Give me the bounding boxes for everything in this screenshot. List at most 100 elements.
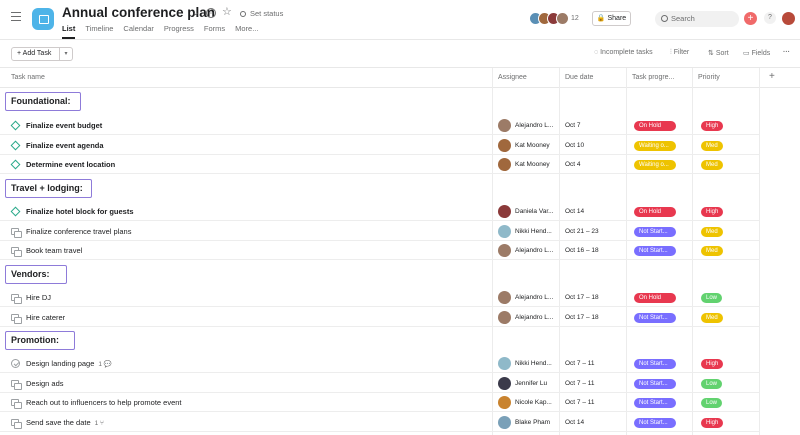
- due-date[interactable]: Oct 7 – 11: [565, 399, 595, 406]
- due-date[interactable]: Oct 16 – 18: [565, 247, 599, 254]
- task-name[interactable]: Design ads: [26, 379, 64, 388]
- table-row[interactable]: Finalize event budget Alejandro L... Oct 7…: [0, 116, 760, 135]
- priority-badge[interactable]: High: [701, 207, 724, 217]
- subtask-icon[interactable]: [11, 293, 22, 304]
- incomplete-tasks-filter[interactable]: ◌ Incomplete tasks: [594, 49, 653, 56]
- task-name[interactable]: Design landing page 1 💬: [26, 359, 112, 368]
- tab-forms[interactable]: Forms: [204, 24, 225, 39]
- table-row[interactable]: Book team travel Alejandro L... Oct 16 – 1…: [0, 241, 760, 260]
- assignee-name[interactable]: Jennifer Lu: [515, 380, 547, 387]
- section-header[interactable]: Foundational:: [5, 92, 81, 111]
- status-badge[interactable]: Not Start...: [634, 246, 676, 256]
- due-date[interactable]: Oct 17 – 18: [565, 314, 599, 321]
- status-badge[interactable]: Not Start...: [634, 398, 676, 408]
- task-name[interactable]: Determine event location: [26, 160, 115, 169]
- assignee-name[interactable]: Alejandro L...: [515, 247, 553, 254]
- table-row[interactable]: Design ads Jennifer Lu Oct 7 – 11 Not Start…: [0, 374, 760, 393]
- tab-calendar[interactable]: Calendar: [123, 24, 153, 39]
- share-button[interactable]: 🔒 Share: [592, 11, 631, 26]
- due-date[interactable]: Oct 7 – 11: [565, 380, 595, 387]
- task-name[interactable]: Book team travel: [26, 246, 82, 255]
- table-row[interactable]: Design landing page 1 💬 Nikki Hend... Oct 7…: [0, 354, 760, 373]
- milestone-icon[interactable]: [10, 120, 21, 131]
- table-row[interactable]: Send save the date 1 ⑂ Blake Pham Oct 14 Not…: [0, 413, 760, 432]
- priority-badge[interactable]: Low: [701, 293, 723, 303]
- due-date[interactable]: Oct 21 – 23: [565, 228, 599, 235]
- column-assignee[interactable]: Assignee: [498, 74, 527, 81]
- section-header[interactable]: Promotion:: [5, 331, 75, 350]
- due-date[interactable]: Oct 14: [565, 208, 584, 215]
- priority-badge[interactable]: Med: [701, 226, 723, 237]
- subtask-icon[interactable]: [11, 418, 22, 429]
- quick-add-button[interactable]: +: [744, 12, 757, 25]
- set-status-button[interactable]: Set status: [240, 9, 283, 18]
- check-circle-icon[interactable]: [11, 359, 20, 368]
- assignee-name[interactable]: Kat Mooney: [515, 142, 550, 149]
- priority-badge[interactable]: High: [701, 417, 724, 428]
- priority-badge[interactable]: High: [701, 359, 724, 369]
- assignee-name[interactable]: Alejandro L...: [515, 314, 553, 321]
- due-date[interactable]: Oct 7: [565, 122, 581, 129]
- hamburger-menu-icon[interactable]: [11, 12, 21, 21]
- task-name[interactable]: Finalize conference travel plans: [26, 227, 131, 236]
- task-name[interactable]: Hire caterer: [26, 313, 65, 322]
- assignee-name[interactable]: Daniela Var...: [515, 208, 554, 215]
- table-row[interactable]: Finalize conference travel plans Nikki He…: [0, 222, 760, 241]
- subtask-icon[interactable]: [11, 398, 22, 409]
- tab-list[interactable]: List: [62, 24, 76, 39]
- table-row[interactable]: Hire DJ Alejandro L... Oct 17 – 18 On Hold L…: [0, 288, 760, 307]
- table-row[interactable]: Finalize event agenda Kat Mooney Oct 10 Wai…: [0, 136, 760, 155]
- due-date[interactable]: Oct 17 – 18: [565, 294, 599, 301]
- section-header[interactable]: Vendors:: [5, 265, 67, 284]
- status-badge[interactable]: Waiting o...: [634, 140, 676, 151]
- user-avatar[interactable]: [782, 12, 795, 25]
- due-date[interactable]: Oct 14: [565, 419, 584, 426]
- table-row[interactable]: Reach out to influencers to help promote…: [0, 393, 760, 412]
- assignee-name[interactable]: Alejandro L...: [515, 294, 553, 301]
- tab-progress[interactable]: Progress: [164, 24, 194, 39]
- assignee-name[interactable]: Blake Pham: [515, 419, 550, 426]
- priority-badge[interactable]: Med: [701, 246, 723, 256]
- chevron-down-icon[interactable]: ⌄: [192, 7, 200, 18]
- due-date[interactable]: Oct 7 – 11: [565, 360, 595, 367]
- tab-timeline[interactable]: Timeline: [85, 24, 113, 39]
- search-input[interactable]: Search: [655, 11, 739, 27]
- subtask-icon[interactable]: [11, 379, 22, 390]
- filter-button[interactable]: ⫶ Filter: [670, 49, 689, 57]
- subtask-icon[interactable]: [11, 227, 22, 238]
- subtask-icon[interactable]: [11, 246, 22, 257]
- priority-badge[interactable]: Low: [701, 378, 723, 389]
- assignee-name[interactable]: Nikki Hend...: [515, 360, 552, 367]
- subtask-icon[interactable]: [11, 313, 22, 324]
- task-name[interactable]: Send save the date 1 ⑂: [26, 418, 104, 427]
- priority-badge[interactable]: Low: [701, 398, 723, 408]
- status-badge[interactable]: On Hold: [634, 293, 676, 303]
- due-date[interactable]: Oct 10: [565, 142, 584, 149]
- task-name[interactable]: Hire DJ: [26, 293, 51, 302]
- column-due-date[interactable]: Due date: [565, 74, 593, 81]
- status-badge[interactable]: Not Start...: [634, 378, 676, 389]
- help-button[interactable]: ?: [764, 12, 776, 24]
- status-badge[interactable]: Not Start...: [634, 226, 676, 237]
- column-task-progress[interactable]: Task progre...: [632, 74, 674, 81]
- status-badge[interactable]: On Hold: [634, 207, 676, 217]
- task-name[interactable]: Finalize hotel block for guests: [26, 207, 134, 216]
- member-avatars[interactable]: 12: [529, 12, 579, 25]
- task-name[interactable]: Reach out to influencers to help promote…: [26, 398, 182, 407]
- add-task-dropdown-icon[interactable]: ▾: [60, 47, 73, 61]
- milestone-icon[interactable]: [10, 159, 21, 170]
- column-priority[interactable]: Priority: [698, 74, 720, 81]
- priority-badge[interactable]: Med: [701, 140, 723, 151]
- more-options-icon[interactable]: ···: [783, 49, 790, 56]
- status-badge[interactable]: Not Start...: [634, 417, 676, 428]
- milestone-icon[interactable]: [10, 140, 21, 150]
- add-task-button[interactable]: + Add Task: [11, 47, 60, 61]
- fields-button[interactable]: ▭ Fields: [743, 49, 770, 57]
- status-badge[interactable]: Not Start...: [634, 312, 676, 323]
- table-row[interactable]: Determine event location Kat Mooney Oct 4 W…: [0, 155, 760, 174]
- column-task-name[interactable]: Task name: [11, 74, 45, 81]
- status-badge[interactable]: Not Start...: [634, 359, 676, 369]
- status-badge[interactable]: On Hold: [634, 121, 676, 131]
- task-name[interactable]: Finalize event agenda: [26, 141, 104, 150]
- info-icon[interactable]: i: [206, 8, 216, 18]
